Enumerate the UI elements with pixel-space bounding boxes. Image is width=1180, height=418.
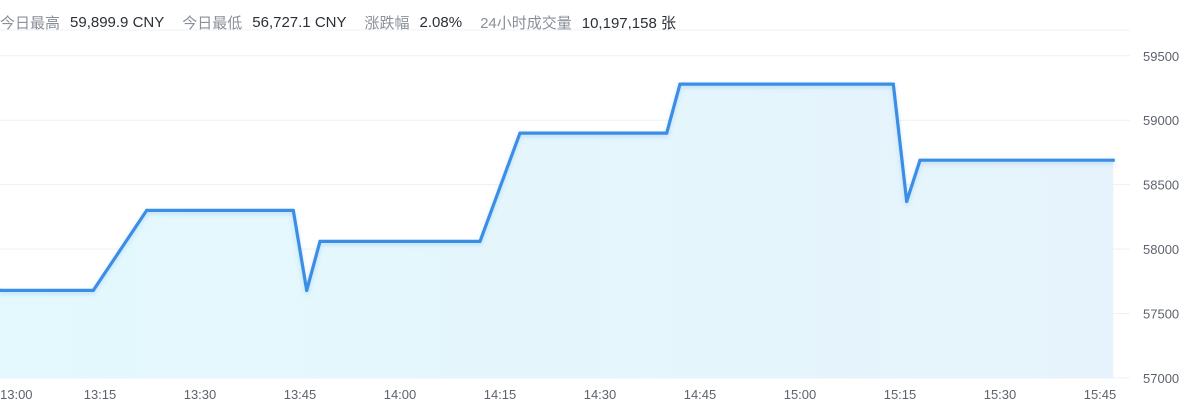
x-tick-label: 13:45 bbox=[284, 387, 317, 402]
x-tick-label: 14:15 bbox=[484, 387, 517, 402]
data-point[interactable] bbox=[518, 131, 522, 135]
y-tick-label: 58000 bbox=[1143, 242, 1179, 257]
x-tick-label: 13:15 bbox=[84, 387, 117, 402]
y-tick-label: 57000 bbox=[1143, 371, 1179, 386]
y-tick-label: 59000 bbox=[1143, 113, 1179, 128]
data-point[interactable] bbox=[145, 208, 149, 213]
data-point[interactable] bbox=[665, 131, 669, 135]
x-tick-label: 15:30 bbox=[984, 387, 1017, 402]
data-point[interactable] bbox=[291, 208, 295, 213]
data-point[interactable] bbox=[891, 82, 895, 86]
area-layer bbox=[0, 84, 1114, 378]
x-tick-label: 15:45 bbox=[1084, 387, 1117, 402]
data-point[interactable] bbox=[318, 239, 322, 243]
x-tick-label: 14:00 bbox=[384, 387, 417, 402]
y-axis: 57000 57500 58000 58500 59000 59500 bbox=[1143, 49, 1179, 386]
x-tick-label: 14:30 bbox=[584, 387, 617, 402]
y-tick-label: 58500 bbox=[1143, 178, 1179, 193]
data-point[interactable] bbox=[305, 288, 309, 292]
data-point[interactable] bbox=[678, 82, 682, 86]
x-tick-label: 15:15 bbox=[884, 387, 917, 402]
x-tick-label: 15:00 bbox=[784, 387, 817, 402]
x-tick-label: 14:45 bbox=[684, 387, 717, 402]
price-chart[interactable]: 57000 57500 58000 58500 59000 59500 13:00 13:1… bbox=[0, 0, 1180, 418]
y-tick-label: 57500 bbox=[1143, 307, 1179, 322]
x-tick-label: 13:30 bbox=[184, 387, 217, 402]
data-point[interactable] bbox=[1111, 158, 1115, 162]
y-tick-label: 59500 bbox=[1143, 49, 1179, 64]
data-point[interactable] bbox=[918, 158, 922, 162]
data-point[interactable] bbox=[91, 288, 95, 292]
x-axis: 13:00 13:15 13:30 13:45 14:00 14:15 14:30 14:45… bbox=[0, 387, 1116, 402]
data-point[interactable] bbox=[478, 239, 482, 243]
x-tick-label: 13:00 bbox=[0, 387, 33, 402]
data-point[interactable] bbox=[905, 199, 909, 204]
series-area bbox=[0, 84, 1114, 378]
